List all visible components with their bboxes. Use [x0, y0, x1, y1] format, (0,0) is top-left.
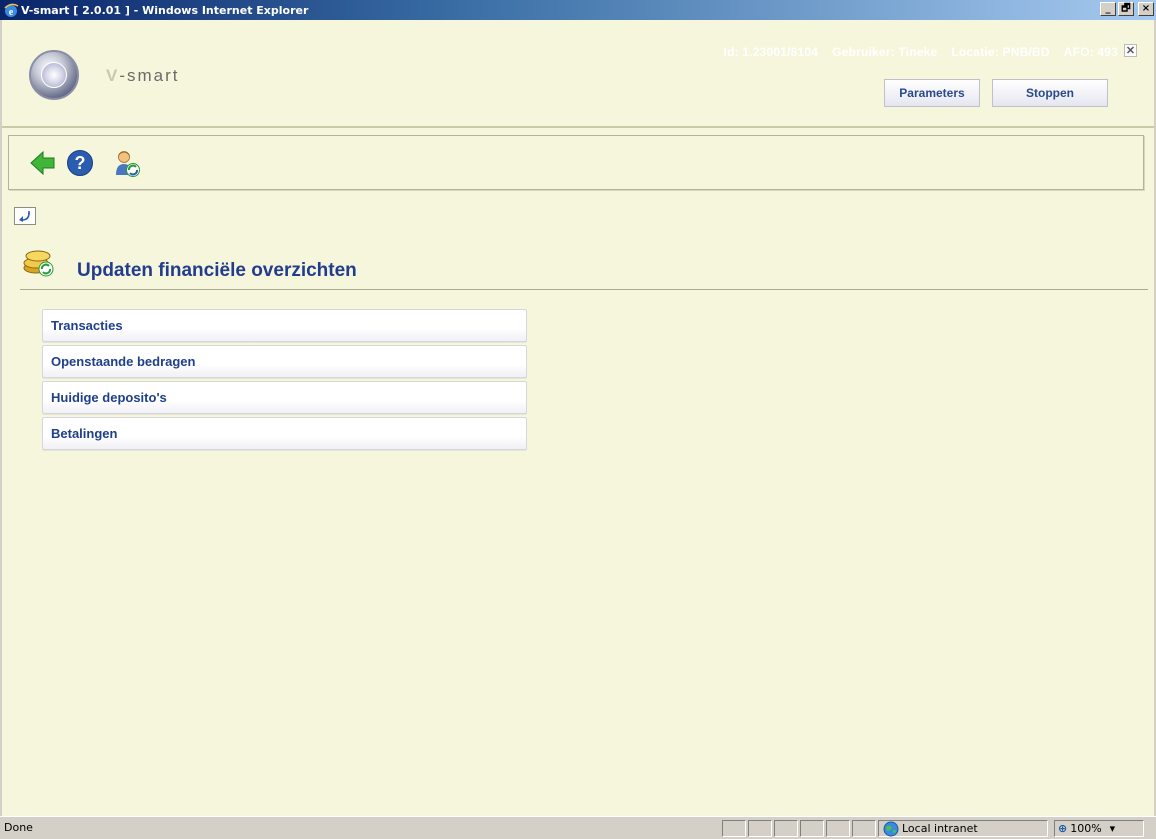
maximize-button[interactable]: 🗗	[1118, 2, 1134, 16]
close-window-button[interactable]: ×	[1138, 2, 1154, 16]
security-zone[interactable]: Local intranet	[878, 820, 1048, 837]
session-location: Locatie: PNB/BD	[951, 45, 1050, 59]
page-report-icon[interactable]	[748, 820, 772, 837]
status-panel	[800, 820, 824, 837]
svg-text:?: ?	[75, 153, 86, 173]
session-id: Id: 1.23001/8104	[723, 45, 819, 59]
session-user: Gebruiker: Tineke	[832, 45, 938, 59]
status-panel	[826, 820, 850, 837]
window-title: V-smart [ 2.0.01 ] - Windows Internet Ex…	[21, 3, 309, 17]
zoom-icon: ⊕	[1058, 822, 1068, 835]
vsmart-logo	[29, 50, 79, 100]
window-title-bar: e V-smart [ 2.0.01 ] - Windows Internet …	[0, 0, 1156, 20]
minimize-button[interactable]: _	[1100, 2, 1116, 16]
page-title: Updaten financiële overzichten	[77, 260, 357, 281]
svg-text:e: e	[9, 7, 14, 18]
app-header: V-smart Id: 1.23001/8104 Gebruiker: Tinek…	[2, 20, 1154, 128]
zone-label: Local intranet	[902, 822, 978, 835]
help-icon[interactable]: ?	[66, 149, 94, 177]
zoom-level: 100%	[1070, 822, 1102, 835]
intranet-globe-icon	[883, 821, 899, 836]
menu-item-betalingen[interactable]: Betalingen	[42, 417, 527, 450]
parameters-button[interactable]: Parameters	[884, 79, 980, 107]
brand-name: V-smart	[106, 66, 180, 86]
status-panel	[852, 820, 876, 837]
header-divider	[20, 289, 1148, 290]
menu-item-transacties[interactable]: Transacties	[42, 309, 527, 342]
internet-explorer-icon: e	[4, 3, 19, 18]
menu-item-huidige-depositos[interactable]: Huidige deposito's	[42, 381, 527, 414]
status-panel	[774, 820, 798, 837]
browser-status-bar: Done Local intranet ⊕ 100% ▾	[0, 816, 1156, 839]
logo-core	[41, 62, 67, 88]
close-session-icon[interactable]: ✕	[1124, 44, 1137, 57]
session-afo: AFO: 493	[1063, 45, 1118, 59]
undo-arrow-icon	[19, 211, 30, 222]
back-arrow-icon[interactable]	[29, 149, 57, 177]
undo-button[interactable]	[14, 207, 36, 225]
session-info: Id: 1.23001/8104 Gebruiker: Tineke Locatie…	[710, 45, 1118, 59]
coins-refresh-icon	[23, 250, 54, 277]
brand-suffix: -smart	[119, 66, 180, 85]
chevron-down-icon[interactable]: ▾	[1110, 822, 1116, 835]
stop-button[interactable]: Stoppen	[992, 79, 1108, 107]
toolbar: ?	[8, 135, 1144, 190]
brand-prefix: V	[106, 66, 120, 85]
menu-list: Transacties Openstaande bedragen Huidige…	[42, 309, 527, 453]
menu-item-openstaande-bedragen[interactable]: Openstaande bedragen	[42, 345, 527, 378]
page-content: V-smart Id: 1.23001/8104 Gebruiker: Tinek…	[2, 20, 1154, 816]
status-panel	[722, 820, 746, 837]
zoom-control[interactable]: ⊕ 100% ▾	[1054, 820, 1144, 837]
status-text: Done	[4, 821, 33, 834]
user-refresh-icon[interactable]	[113, 149, 141, 177]
